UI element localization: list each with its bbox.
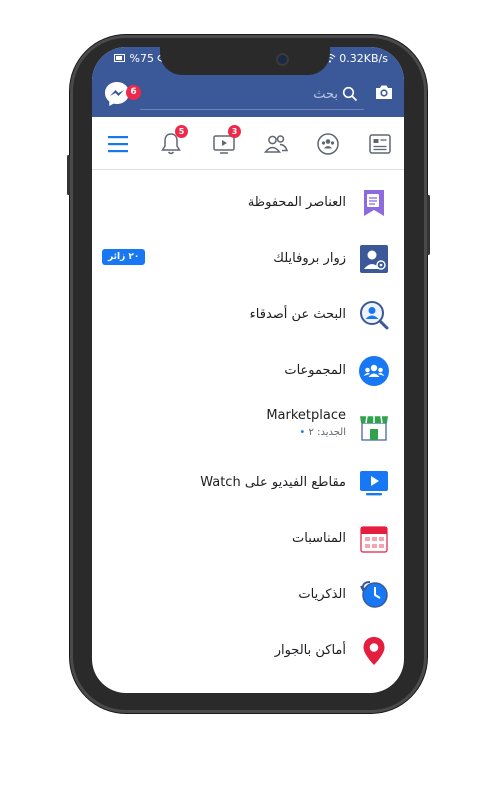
calendar-icon bbox=[360, 526, 388, 553]
power-button bbox=[427, 195, 430, 255]
menu-item-label: المجموعات bbox=[284, 363, 346, 378]
watch-badge: 3 bbox=[228, 125, 241, 138]
new-indicator-dot: • bbox=[299, 427, 306, 438]
visitors-count-badge: ٢٠ زائر bbox=[102, 249, 146, 265]
notifications-badge: 5 bbox=[175, 125, 188, 138]
saved-icon bbox=[364, 190, 384, 216]
menu-item-marketplace[interactable]: Marketplace الجديد: ٢ • bbox=[92, 399, 404, 455]
tab-groups[interactable] bbox=[313, 129, 343, 159]
find-friends-icon bbox=[360, 301, 389, 330]
front-camera bbox=[278, 55, 287, 64]
menu-item-label: الذكريات bbox=[298, 587, 346, 602]
menu-item-saved[interactable]: العناصر المحفوظة bbox=[92, 175, 404, 231]
menu-item-label: أماكن بالجوار bbox=[274, 643, 346, 658]
search-bar[interactable]: بحث bbox=[140, 81, 364, 110]
menu-item-events[interactable]: المناسبات bbox=[92, 511, 404, 567]
memories-clock-icon bbox=[360, 581, 388, 608]
tab-watch[interactable]: 3 bbox=[209, 125, 241, 159]
groups-icon bbox=[359, 356, 389, 386]
friends-icon bbox=[263, 135, 289, 153]
tab-menu[interactable] bbox=[104, 129, 134, 159]
tab-notifications[interactable]: 5 bbox=[156, 125, 188, 159]
marketplace-new-count: الجديد: ٢ bbox=[308, 427, 346, 438]
search-icon bbox=[342, 86, 358, 102]
top-header: 6 بحث bbox=[92, 71, 404, 117]
location-pin-icon bbox=[363, 637, 385, 665]
tab-friends[interactable] bbox=[261, 129, 291, 159]
menu-item-label: العناصر المحفوظة bbox=[247, 195, 346, 210]
search-input[interactable]: بحث bbox=[313, 87, 338, 102]
screen: %75 0.32KB/s 6 بحث 5 3 العناصر المحفوظة … bbox=[92, 47, 404, 693]
hamburger-icon bbox=[108, 136, 128, 153]
messenger-button[interactable]: 6 bbox=[102, 79, 141, 109]
camera-icon[interactable] bbox=[374, 83, 394, 101]
profile-visitors-icon bbox=[360, 245, 388, 273]
volume-button bbox=[67, 155, 70, 195]
status-right: 0.32KB/s bbox=[324, 47, 388, 71]
tab-bar: 5 3 bbox=[92, 117, 404, 170]
messenger-badge: 6 bbox=[126, 85, 141, 100]
menu-item-label: Marketplace bbox=[266, 408, 346, 423]
menu-item-label: المناسبات bbox=[292, 531, 346, 546]
battery-icon bbox=[114, 54, 125, 62]
notch bbox=[160, 47, 330, 75]
menu-item-watch[interactable]: مقاطع الفيديو على Watch bbox=[92, 455, 404, 511]
menu-item-label: مقاطع الفيديو على Watch bbox=[200, 475, 346, 490]
shop-icon bbox=[360, 415, 388, 441]
menu-item-find-friends[interactable]: البحث عن أصدقاء bbox=[92, 287, 404, 343]
network-speed: 0.32KB/s bbox=[339, 52, 388, 65]
news-feed-icon bbox=[369, 134, 391, 154]
tab-news-feed[interactable] bbox=[365, 129, 395, 159]
menu-item-nearby-places[interactable]: أماكن بالجوار bbox=[92, 623, 404, 679]
menu-item-label: زوار بروفايلك bbox=[273, 251, 346, 266]
battery-percent: %75 bbox=[129, 52, 154, 65]
menu-item-label: البحث عن أصدقاء bbox=[249, 307, 346, 322]
groups-icon bbox=[317, 133, 339, 155]
watch-video-icon bbox=[360, 471, 388, 496]
menu-item-memories[interactable]: الذكريات bbox=[92, 567, 404, 623]
menu-item-groups[interactable]: المجموعات bbox=[92, 343, 404, 399]
menu-item-profile-visitors[interactable]: زوار بروفايلك ٢٠ زائر bbox=[92, 231, 404, 287]
menu-item-sublabel: الجديد: ٢ • bbox=[299, 427, 346, 438]
